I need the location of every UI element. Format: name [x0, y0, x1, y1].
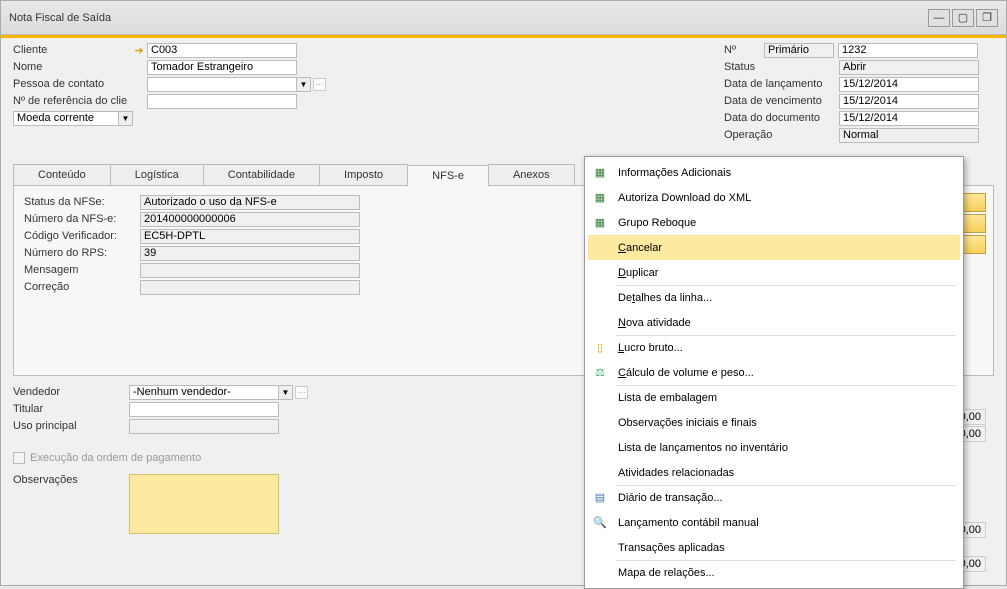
vendedor-select[interactable]: -Nenhum vendedor- — [129, 385, 279, 400]
tab-conteudo[interactable]: Conteúdo — [13, 164, 111, 185]
cliente-label: Cliente — [13, 44, 133, 56]
nfse-status-label: Status da NFSe: — [24, 196, 140, 208]
nome-label: Nome — [13, 61, 133, 73]
search-doc-icon: 🔍 — [592, 515, 608, 531]
detail-icon[interactable]: ⋯ — [313, 78, 326, 91]
menu-transacoes[interactable]: Transações aplicadas — [588, 535, 960, 560]
menu-mapa-relacoes[interactable]: Mapa de relações... — [588, 560, 960, 585]
menu-diario[interactable]: ▤Diário de transação... — [588, 485, 960, 510]
window-title: Nota Fiscal de Saída — [9, 12, 926, 24]
lanc-label: Data de lançamento — [724, 78, 839, 90]
menu-lista-embalagem[interactable]: Lista de embalagem — [588, 385, 960, 410]
nome-input[interactable]: Tomador Estrangeiro — [147, 60, 297, 75]
menu-duplicar[interactable]: Duplicar — [588, 260, 960, 285]
titular-label: Titular — [13, 403, 129, 415]
chevron-down-icon[interactable]: ▼ — [279, 385, 293, 400]
tab-anexos[interactable]: Anexos — [488, 164, 575, 185]
titular-input[interactable] — [129, 402, 279, 417]
lanc-input[interactable]: 15/12/2014 — [839, 77, 979, 92]
vendedor-label: Vendedor — [13, 386, 129, 398]
nfse-corr — [140, 280, 360, 295]
menu-info-adicionais[interactable]: ▦Informações Adicionais — [588, 160, 960, 185]
grid-icon: ▦ — [592, 165, 608, 181]
titlebar: Nota Fiscal de Saída — ▢ ❐ — [1, 1, 1006, 35]
oper-value: Normal — [839, 128, 979, 143]
customer-panel: Cliente ➜ C003 Nome Tomador Estrangeiro … — [13, 42, 724, 144]
nfse-rps-label: Número do RPS: — [24, 247, 140, 259]
chevron-down-icon[interactable]: ▼ — [297, 77, 311, 92]
exec-checkbox[interactable] — [13, 452, 25, 464]
grid-icon: ▦ — [592, 190, 608, 206]
menu-autoriza-xml[interactable]: ▦Autoriza Download do XML — [588, 185, 960, 210]
pessoa-label: Pessoa de contato — [13, 78, 133, 90]
cliente-input[interactable]: C003 — [147, 43, 297, 58]
doc-label: Data do documento — [724, 112, 839, 124]
menu-lista-lancamentos[interactable]: Lista de lançamentos no inventário — [588, 435, 960, 460]
detail-icon[interactable]: ⋯ — [295, 386, 308, 399]
exec-label: Execução da ordem de pagamento — [30, 452, 201, 464]
obs-label: Observações — [13, 474, 129, 534]
no-label: Nº — [724, 44, 764, 56]
menu-lancamento-manual[interactable]: 🔍Lançamento contábil manual — [588, 510, 960, 535]
tab-imposto[interactable]: Imposto — [319, 164, 408, 185]
nfse-msg-label: Mensagem — [24, 264, 140, 276]
tab-contabilidade[interactable]: Contabilidade — [203, 164, 320, 185]
golden-arrow-icon[interactable]: ➜ — [133, 44, 145, 56]
scale-icon: ⚖ — [592, 365, 608, 381]
menu-lucro-bruto[interactable]: ▯Lucro bruto... — [588, 335, 960, 360]
nfse-numero: 201400000000006 — [140, 212, 360, 227]
venc-label: Data de vencimento — [724, 95, 839, 107]
nfse-rps: 39 — [140, 246, 360, 261]
bar-chart-icon: ▯ — [592, 340, 608, 356]
uso-input[interactable] — [129, 419, 279, 434]
moeda-select[interactable]: Moeda corrente — [13, 111, 119, 126]
chevron-down-icon[interactable]: ▼ — [119, 111, 133, 126]
status-label: Status — [724, 61, 839, 73]
menu-grupo-reboque[interactable]: ▦Grupo Reboque — [588, 210, 960, 235]
menu-observacoes[interactable]: Observações iniciais e finais — [588, 410, 960, 435]
nfse-status: Autorizado o uso da NFS-e — [140, 195, 360, 210]
nfse-corr-label: Correção — [24, 281, 140, 293]
menu-detalhes[interactable]: Detalhes da linha... — [588, 285, 960, 310]
menu-cancelar[interactable]: Cancelar — [588, 235, 960, 260]
menu-atividades[interactable]: Atividades relacionadas — [588, 460, 960, 485]
status-value: Abrir — [839, 60, 979, 75]
no-input[interactable]: 1232 — [838, 43, 978, 58]
nfse-codigo: EC5H-DPTL — [140, 229, 360, 244]
venc-input[interactable]: 15/12/2014 — [839, 94, 979, 109]
uso-label: Uso principal — [13, 420, 129, 432]
context-menu: ▦Informações Adicionais ▦Autoriza Downlo… — [584, 156, 964, 589]
restore-button[interactable]: ❐ — [976, 9, 998, 27]
tab-logistica[interactable]: Logística — [110, 164, 204, 185]
main-window: Nota Fiscal de Saída — ▢ ❐ Cliente ➜ C00… — [0, 0, 1007, 586]
obs-textarea[interactable] — [129, 474, 279, 534]
menu-calculo-volume[interactable]: ⚖Cálculo de volume e peso... — [588, 360, 960, 385]
ref-input[interactable] — [147, 94, 297, 109]
minimize-button[interactable]: — — [928, 9, 950, 27]
docinfo-panel: Nº Primário 1232 Status Abrir Data de la… — [724, 42, 994, 144]
ref-label: Nº de referência do clie — [13, 95, 133, 107]
nfse-msg — [140, 263, 360, 278]
tab-nfse[interactable]: NFS-e — [407, 165, 489, 186]
no-type[interactable]: Primário — [764, 43, 834, 58]
maximize-button[interactable]: ▢ — [952, 9, 974, 27]
oper-label: Operação — [724, 129, 839, 141]
pessoa-input[interactable] — [147, 77, 297, 92]
doc-input[interactable]: 15/12/2014 — [839, 111, 979, 126]
menu-nova-atividade[interactable]: Nova atividade — [588, 310, 960, 335]
book-icon: ▤ — [592, 490, 608, 506]
nfse-numero-label: Número da NFS-e: — [24, 213, 140, 225]
nfse-codigo-label: Código Verificador: — [24, 230, 140, 242]
grid-icon: ▦ — [592, 215, 608, 231]
